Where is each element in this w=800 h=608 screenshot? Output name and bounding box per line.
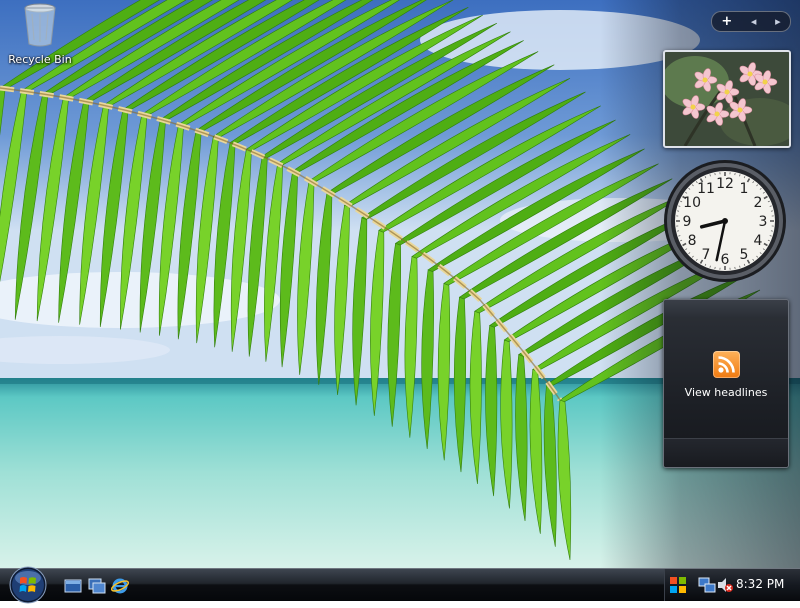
clock-numeral: 6 [721, 252, 730, 268]
feed-gadget-header [664, 300, 788, 318]
windows-logo-icon [8, 565, 48, 605]
recycle-bin-label: Recycle Bin [4, 53, 76, 66]
feed-gadget-footer [664, 438, 788, 468]
desktop[interactable]: Recycle Bin + ◂ ▸ 12 12 3 45678 9 1011 [0, 0, 800, 568]
internet-explorer-icon [111, 577, 129, 595]
clock-numeral: 2 [753, 195, 762, 211]
network-tray-button[interactable] [698, 576, 716, 594]
taskbar-clock[interactable]: 8:32 PM [736, 577, 784, 591]
clock-numeral: 12 [716, 176, 734, 192]
switch-windows-icon [88, 577, 106, 595]
volume-muted-icon [716, 576, 734, 594]
taskbar: 8:32 PM [0, 568, 800, 601]
clock-numeral: 8 [688, 233, 697, 249]
analog-clock: 12 12 3 45678 9 1011 [662, 158, 788, 284]
volume-tray-button[interactable] [716, 576, 734, 594]
clock-numeral: 10 [683, 195, 701, 211]
view-headlines-link[interactable]: View headlines [664, 386, 788, 399]
slideshow-photo-flowers [665, 52, 789, 146]
windows-sidebar-tray-button[interactable] [669, 576, 687, 594]
show-desktop-button[interactable] [64, 577, 82, 595]
show-desktop-icon [64, 577, 82, 595]
clock-numeral: 7 [702, 247, 711, 263]
add-gadget-button[interactable]: + [721, 14, 732, 29]
feed-headlines-gadget[interactable]: View headlines [663, 299, 789, 468]
slideshow-gadget[interactable] [663, 50, 791, 148]
clock-numeral: 11 [697, 181, 715, 197]
network-icon [698, 576, 716, 594]
previous-gadget-page-button[interactable]: ◂ [751, 15, 757, 28]
windows-sidebar-icon [669, 576, 687, 594]
recycle-bin-icon [20, 2, 60, 48]
next-gadget-page-button[interactable]: ▸ [775, 15, 781, 28]
start-button[interactable] [8, 565, 48, 605]
switch-windows-button[interactable] [88, 577, 106, 595]
clock-numeral: 4 [753, 233, 762, 249]
clock-numeral: 1 [740, 181, 749, 197]
clock-numeral: 3 [759, 214, 768, 230]
recycle-bin-shortcut[interactable]: Recycle Bin [4, 2, 76, 72]
clock-gadget[interactable]: 12 12 3 45678 9 1011 [662, 158, 788, 284]
internet-explorer-button[interactable] [111, 577, 129, 595]
sidebar-controls: + ◂ ▸ [711, 11, 791, 32]
clock-numeral: 9 [683, 214, 692, 230]
rss-icon [713, 351, 740, 378]
clock-numeral: 5 [740, 247, 749, 263]
